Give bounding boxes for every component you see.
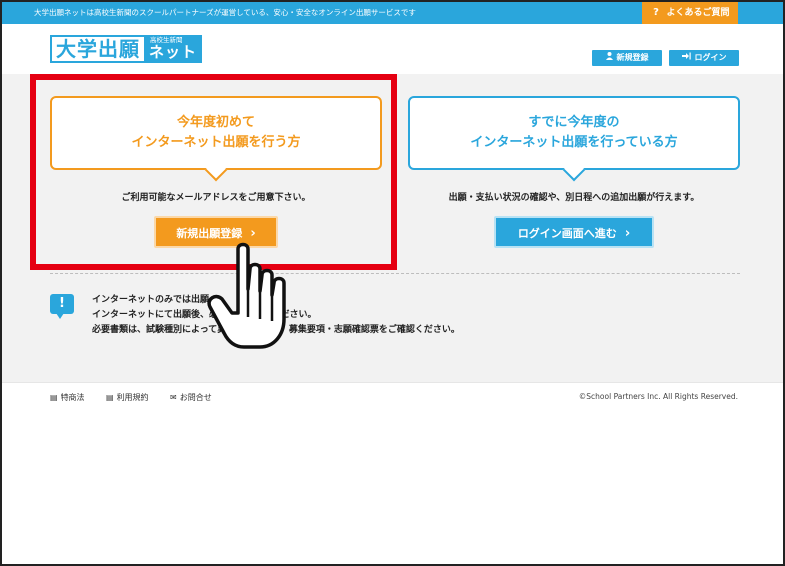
logo-sub: 高校生新聞 ネット xyxy=(146,35,202,63)
chevron-right-icon: › xyxy=(624,226,631,241)
notice-line1: インターネットのみでは出願 xyxy=(92,295,210,305)
site-logo[interactable]: 大学出願 高校生新聞 ネット xyxy=(50,35,202,63)
document-icon: ▤ xyxy=(50,393,58,402)
footer: ▤ 特商法 ▤ 利用規約 ✉ お問合せ ©School Partners Inc. A… xyxy=(2,382,783,408)
register-label: 新規登録 xyxy=(616,53,649,62)
logo-main-text: 大学出願 xyxy=(50,35,146,63)
footer-link2-label: 利用規約 xyxy=(116,393,149,402)
returning-applicant-description: 出願・支払い状況の確認や、別日程への追加出願が行えます。 xyxy=(448,193,700,203)
header-login-button[interactable]: ログイン xyxy=(669,50,739,66)
service-description: 大学出願ネットは高校生新聞のスクールパートナーズが運営している、安心・安全なオン… xyxy=(34,8,416,17)
returning-applicant-title-line1: すでに今年度の xyxy=(528,115,620,130)
header-register-button[interactable]: 新規登録 xyxy=(592,50,662,66)
header: 大学出願 高校生新聞 ネット 新規登録 ログイン xyxy=(2,24,783,74)
user-icon xyxy=(605,50,613,66)
faq-button[interactable]: ? よくあるご質問 xyxy=(642,2,738,24)
question-icon: ? xyxy=(653,7,659,18)
footer-link3-label: お問合せ xyxy=(179,393,212,402)
copyright-text: ©School Partners Inc. All Rights Reserve… xyxy=(578,392,738,401)
notice-icon-tail xyxy=(56,313,64,319)
pointer-hand-icon xyxy=(207,242,286,349)
footer-link-terms[interactable]: ▤ 利用規約 xyxy=(106,392,149,403)
returning-applicant-title-line2: インターネット出願を行っている方 xyxy=(470,135,678,150)
login-label: ログイン xyxy=(694,53,727,62)
go-to-login-button[interactable]: ログイン画面へ進む › xyxy=(494,216,654,248)
main-content: 今年度初めて インターネット出願を行う方 すでに今年度の インターネット出願を行… xyxy=(2,74,783,382)
footer-link-tokushoho[interactable]: ▤ 特商法 xyxy=(50,392,85,403)
document-icon: ▤ xyxy=(106,393,114,402)
top-info-bar: 大学出願ネットは高校生新聞のスクールパートナーズが運営している、安心・安全なオン… xyxy=(2,2,783,24)
login-icon xyxy=(681,50,691,66)
mail-icon: ✉ xyxy=(170,393,177,402)
dashed-divider xyxy=(50,273,740,274)
logo-sub-big: ネット xyxy=(149,43,198,61)
faq-label: よくあるご質問 xyxy=(666,8,730,18)
exclamation-icon: ! xyxy=(50,294,74,314)
page-frame: 大学出願ネットは高校生新聞のスクールパートナーズが運営している、安心・安全なオン… xyxy=(0,0,785,566)
go-to-login-label: ログイン画面へ進む xyxy=(517,227,617,240)
footer-link1-label: 特商法 xyxy=(60,393,85,402)
footer-link-contact[interactable]: ✉ お問合せ xyxy=(170,392,212,403)
